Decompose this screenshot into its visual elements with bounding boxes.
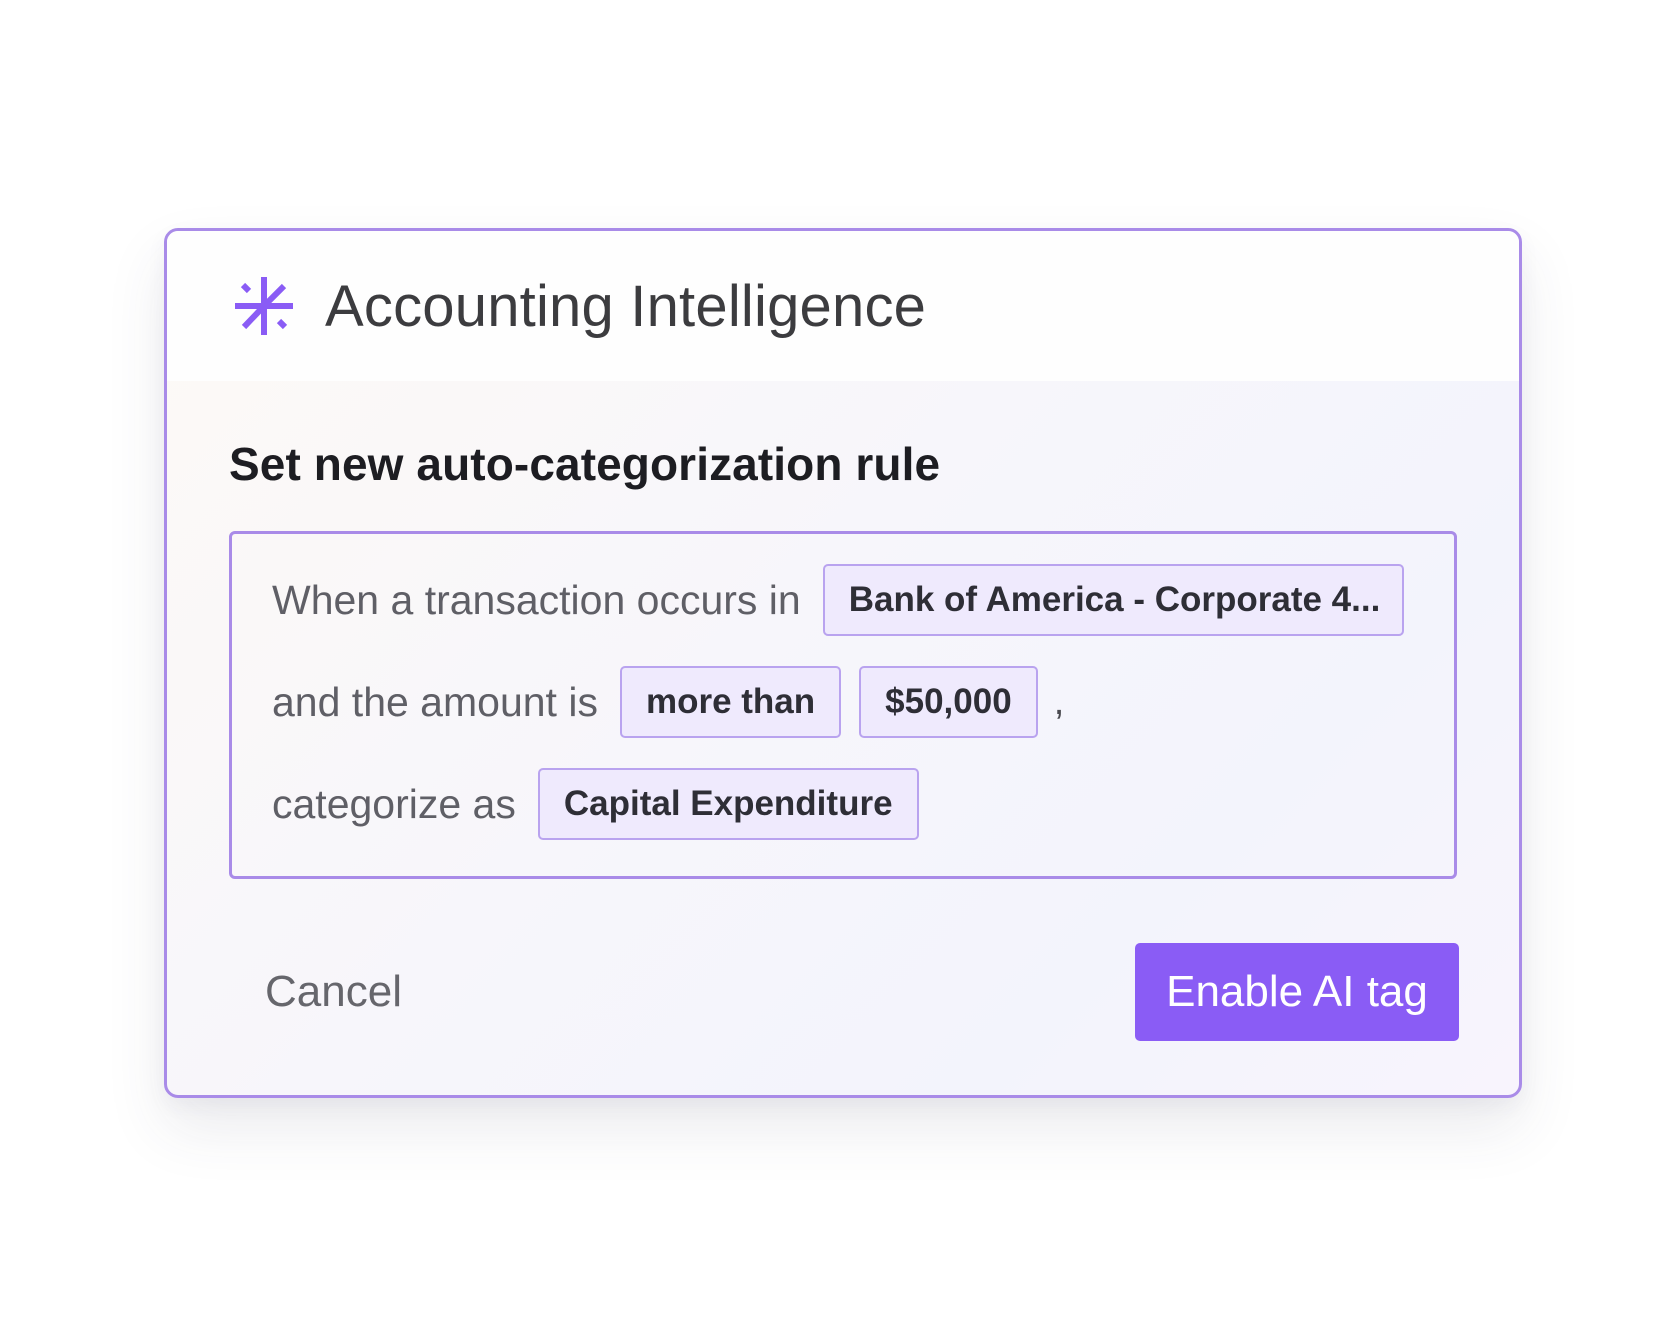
- dialog-actions: Cancel Enable AI tag: [229, 943, 1459, 1041]
- rule-text-category: categorize as: [272, 780, 516, 827]
- rule-row-category: categorize as Capital Expenditure: [272, 768, 1422, 840]
- cancel-button[interactable]: Cancel: [229, 943, 438, 1041]
- rule-editor: When a transaction occurs in Bank of Ame…: [229, 531, 1457, 879]
- rule-text-account: When a transaction occurs in: [272, 576, 801, 623]
- rule-text-amount: and the amount is: [272, 678, 598, 725]
- page: Accounting Intelligence Set new auto-cat…: [0, 0, 1680, 1320]
- rule-dialog: Accounting Intelligence Set new auto-cat…: [164, 228, 1522, 1098]
- app-title: Accounting Intelligence: [325, 273, 927, 339]
- enable-ai-tag-button[interactable]: Enable AI tag: [1135, 943, 1459, 1041]
- account-select[interactable]: Bank of America - Corporate 4...: [822, 564, 1404, 636]
- dialog-body: Set new auto-categorization rule When a …: [167, 381, 1519, 879]
- comparator-select[interactable]: more than: [619, 666, 842, 738]
- rule-row-account: When a transaction occurs in Bank of Ame…: [272, 564, 1422, 636]
- separator-comma: ,: [1053, 680, 1065, 723]
- amount-input[interactable]: $50,000: [859, 666, 1038, 738]
- dialog-header: Accounting Intelligence: [167, 231, 1519, 381]
- sparkle-icon: [231, 273, 297, 339]
- rule-heading: Set new auto-categorization rule: [229, 438, 941, 490]
- category-select[interactable]: Capital Expenditure: [537, 768, 919, 840]
- rule-row-amount: and the amount is more than $50,000 ,: [272, 666, 1422, 738]
